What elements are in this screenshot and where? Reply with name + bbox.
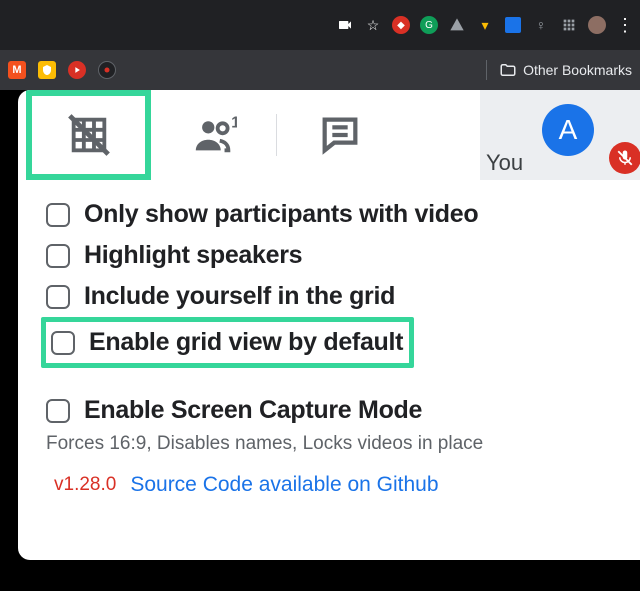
bookmark-icon-m[interactable]: M xyxy=(8,61,26,79)
browser-toolbar: ☆ ◆ G ▾ ♀ ⋮ xyxy=(0,0,640,50)
mic-off-icon xyxy=(616,149,634,167)
option-label: Enable Screen Capture Mode xyxy=(84,396,422,425)
star-icon[interactable]: ☆ xyxy=(364,16,382,34)
muted-indicator[interactable] xyxy=(609,142,640,174)
option-description: Forces 16:9, Disables names, Locks video… xyxy=(46,433,630,455)
avatar-initial: A xyxy=(559,114,578,146)
svg-text:1: 1 xyxy=(231,114,237,131)
option-only-video[interactable]: Only show participants with video xyxy=(46,194,630,235)
self-video-tile[interactable]: You A xyxy=(480,90,640,180)
panel-footer: v1.28.0 Source Code available on Github xyxy=(46,455,630,497)
profile-avatar-icon[interactable] xyxy=(588,16,606,34)
tab-people[interactable]: 1 xyxy=(151,90,276,180)
checkbox[interactable] xyxy=(46,399,70,423)
camera-icon[interactable] xyxy=(336,16,354,34)
other-bookmarks-button[interactable]: Other Bookmarks xyxy=(486,60,632,80)
highlighted-option-wrapper: Enable grid view by default xyxy=(41,317,414,368)
ext-icon-green[interactable]: G xyxy=(420,16,438,34)
option-enable-grid-default[interactable]: Enable grid view by default xyxy=(51,328,403,357)
avatar: A xyxy=(542,104,594,156)
bookmark-icon-shield[interactable] xyxy=(38,61,56,79)
checkbox[interactable] xyxy=(46,203,70,227)
checkbox[interactable] xyxy=(46,244,70,268)
checkbox[interactable] xyxy=(46,285,70,309)
option-label: Highlight speakers xyxy=(84,241,302,270)
tab-grid-view[interactable] xyxy=(26,90,151,180)
bulb-icon[interactable]: ♀ xyxy=(532,16,550,34)
drive-icon[interactable] xyxy=(448,16,466,34)
people-icon: 1 xyxy=(191,112,237,158)
option-screen-capture[interactable]: Enable Screen Capture Mode Forces 16:9, … xyxy=(46,390,630,455)
ext-icon-bolt[interactable]: ▾ xyxy=(476,16,494,34)
chat-icon xyxy=(317,112,363,158)
bookmark-icon-play[interactable] xyxy=(68,61,86,79)
apps-grid-icon[interactable] xyxy=(560,16,578,34)
option-label: Enable grid view by default xyxy=(89,328,403,357)
ext-icon-blue[interactable] xyxy=(504,16,522,34)
divider xyxy=(486,60,487,80)
option-highlight-speakers[interactable]: Highlight speakers xyxy=(46,235,630,276)
grid-settings-panel: 1 You A Only show pa xyxy=(18,90,640,560)
option-label: Only show participants with video xyxy=(84,200,478,229)
bookmark-icon-dark[interactable] xyxy=(98,61,116,79)
version-label: v1.28.0 xyxy=(54,474,116,496)
options-list: Only show participants with video Highli… xyxy=(18,180,640,497)
menu-dots-icon[interactable]: ⋮ xyxy=(616,16,634,34)
option-label: Include yourself in the grid xyxy=(84,282,395,311)
panel-tabs: 1 You A xyxy=(18,90,640,180)
grid-off-icon xyxy=(66,112,112,158)
tab-chat[interactable] xyxy=(277,90,402,180)
you-label: You xyxy=(480,150,523,180)
bookmarks-bar: M Other Bookmarks xyxy=(0,50,640,90)
checkbox[interactable] xyxy=(51,331,75,355)
folder-icon xyxy=(499,61,517,79)
option-include-yourself[interactable]: Include yourself in the grid xyxy=(46,276,630,317)
other-bookmarks-label: Other Bookmarks xyxy=(523,62,632,78)
ext-icon-red[interactable]: ◆ xyxy=(392,16,410,34)
source-code-link[interactable]: Source Code available on Github xyxy=(130,473,438,497)
